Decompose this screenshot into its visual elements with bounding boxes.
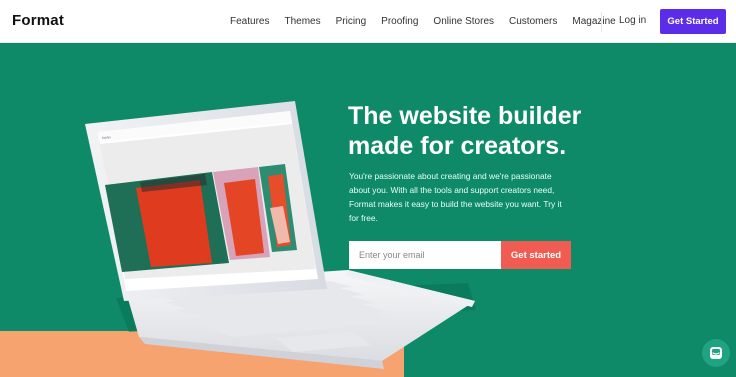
email-input[interactable] — [349, 241, 501, 269]
nav-features-link[interactable]: Features — [230, 16, 269, 27]
chat-button[interactable] — [702, 339, 730, 367]
get-started-submit-button[interactable]: Get started — [501, 241, 571, 269]
nav-proofing-link[interactable]: Proofing — [381, 16, 418, 27]
nav-themes-link[interactable]: Themes — [284, 16, 320, 27]
hero-title-line-2: made for creators. — [348, 132, 567, 160]
top-navigation: Format Features Themes Pricing Proofing … — [0, 0, 736, 43]
login-link[interactable]: Log in — [619, 15, 646, 26]
hero-headline: The website builder made for creators. — [348, 101, 638, 161]
hero-section: Mailys The website builder made for crea… — [0, 43, 736, 377]
hero-subtitle: You're passionate about creating and we'… — [349, 171, 562, 223]
nav-magazine-link[interactable]: Magazine — [572, 16, 615, 27]
chat-icon — [710, 347, 722, 359]
email-signup-form: Get started — [349, 241, 571, 269]
format-logo[interactable]: Format — [12, 12, 64, 29]
hero-title-line-1: The website builder — [348, 102, 582, 130]
nav-customers-link[interactable]: Customers — [509, 16, 557, 27]
nav-divider — [601, 12, 602, 32]
nav-online-stores-link[interactable]: Online Stores — [433, 16, 494, 27]
nav-links: Features Themes Pricing Proofing Online … — [230, 0, 616, 43]
get-started-button[interactable]: Get Started — [660, 9, 726, 34]
nav-pricing-link[interactable]: Pricing — [336, 16, 367, 27]
